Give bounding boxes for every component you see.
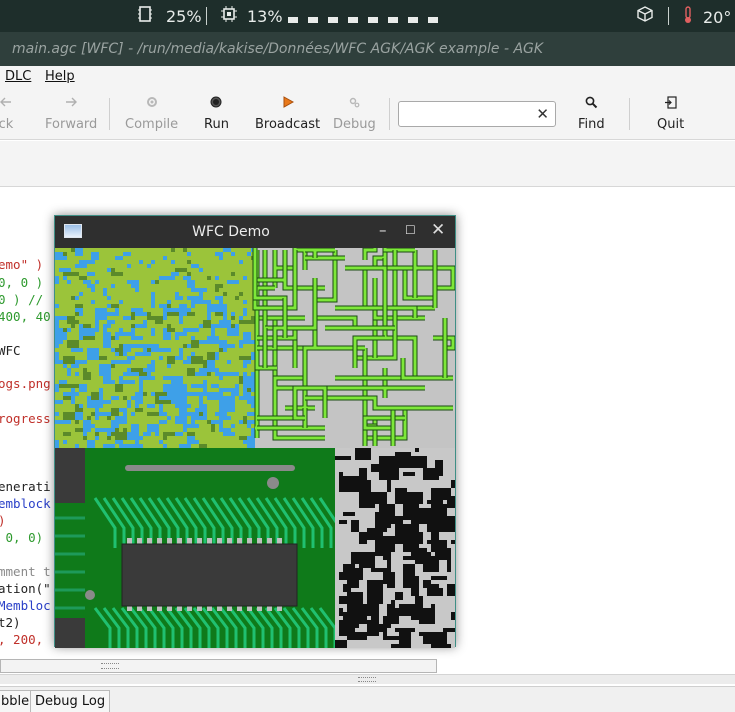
code-line: 0 ) // [0,292,44,307]
workspace-dash[interactable] [428,17,438,23]
package-icon [637,6,653,26]
menu-bar: DLC Help [0,66,735,88]
arrow-right-icon [61,92,81,112]
panel-divider [668,7,669,25]
circuit-maze-quadrant [252,248,455,448]
system-panel: 25% 13% 20° [0,0,735,32]
memory-indicator[interactable]: 25% [138,6,202,26]
clear-search-icon[interactable]: ✕ [536,105,549,123]
workspace-dash[interactable] [328,17,338,23]
find-button[interactable]: Find [578,92,605,132]
broadcast-button-label: Broadcast [255,117,321,132]
workspace-indicator[interactable] [288,17,438,23]
menu-help[interactable]: Help [45,69,75,84]
panel-divider [206,7,207,25]
code-line: ation(" [0,581,51,596]
memory-value: 25% [166,6,202,26]
secondary-toolbar [0,141,735,187]
code-line: ogs.png [0,376,51,391]
minimize-icon[interactable]: – [379,221,387,239]
temperature-indicator[interactable]: 20° [683,6,731,28]
debug-button[interactable]: Debug [333,92,376,132]
back-button[interactable]: ck [0,92,16,132]
wfc-window-titlebar[interactable]: WFC Demo – ☐ ✕ [55,216,455,248]
wfc-output-canvas [55,248,455,648]
run-button[interactable]: Run [204,92,229,132]
workspace-dash[interactable] [388,17,398,23]
compile-button[interactable]: Compile [125,92,178,132]
run-button-label: Run [204,117,229,132]
tab-label: Debug Log [35,694,106,709]
panel-splitter[interactable] [0,674,735,684]
exit-icon [661,92,681,112]
wfc-demo-window[interactable]: WFC Demo – ☐ ✕ [54,215,456,648]
forward-button[interactable]: Forward [45,92,97,132]
cpu-indicator[interactable]: 13% [221,6,283,26]
code-line: emo" ) [0,257,44,272]
quit-button[interactable]: Quit [657,92,684,132]
circuit-board-quadrant [55,448,342,648]
code-line: rogress [0,411,51,426]
memory-icon [138,6,152,26]
noise-blocks-quadrant [335,448,455,648]
tab-label: bble [1,694,30,709]
debug-button-label: Debug [333,117,376,132]
toolbar: ck Forward Compile Run Broadcast Debug ✕… [0,88,735,140]
cpu-icon [221,6,237,26]
code-line: 0, 0) [0,530,44,545]
thermometer-icon [683,6,693,28]
workspace-dash[interactable] [368,17,378,23]
code-line: Membloc [0,598,51,613]
cpu-value: 13% [247,6,283,26]
play-icon [278,92,298,112]
main-window-title: main.agc [WFC] - /run/media/kakise/Donné… [0,32,735,66]
search-icon [581,92,601,112]
menu-help-label: Help [45,69,75,84]
code-line: enerati [0,479,51,494]
code-line: 400, 40 [0,309,51,324]
bottom-panel-tabs: bble Debug Log [0,686,735,712]
workspace-dash[interactable] [408,17,418,23]
code-line: , 200, [0,632,44,647]
quit-button-label: Quit [657,117,685,132]
toolbar-divider [109,98,110,130]
screen: 25% 13% 20° main.agc [WFC] - /run/media/… [0,0,735,712]
temperature-value: 20° [703,7,732,27]
find-button-label: Find [578,117,605,132]
workspace-dash[interactable] [288,17,298,23]
wfc-window-title: WFC Demo [192,224,270,240]
gear-icon [142,92,162,112]
scrollbar-grip-icon[interactable] [101,663,119,669]
code-line: 0, 0 ) [0,275,44,290]
workspace-dash[interactable] [348,17,358,23]
tab-bubble[interactable]: bble [0,690,35,712]
debug-icon [344,92,364,112]
back-button-label: ck [0,117,14,132]
forward-button-label: Forward [45,117,98,132]
compile-button-label: Compile [125,117,179,132]
tab-debug-log[interactable]: Debug Log [30,690,111,712]
toolbar-divider [629,98,630,130]
broadcast-button[interactable]: Broadcast [255,92,320,132]
terrain-quadrant [55,248,263,452]
record-icon [206,92,226,112]
arrow-left-icon [0,92,16,112]
maximize-icon[interactable]: ☐ [405,223,416,237]
close-icon[interactable]: ✕ [431,220,445,240]
code-line: t2) [0,615,21,630]
code-line: emblock [0,496,51,511]
splitter-grip-icon[interactable] [358,677,376,682]
toolbar-divider [389,98,390,130]
package-indicator[interactable] [637,6,653,26]
menu-dlc-label: DLC [5,69,32,84]
menu-dlc[interactable]: DLC [5,69,31,84]
horizontal-scrollbar[interactable] [0,659,437,673]
code-line: ) [0,513,6,528]
workspace-dash[interactable] [308,17,318,23]
code-line: mment t [0,564,51,579]
search-input[interactable]: ✕ [398,101,556,127]
code-line: WFC [0,343,21,358]
